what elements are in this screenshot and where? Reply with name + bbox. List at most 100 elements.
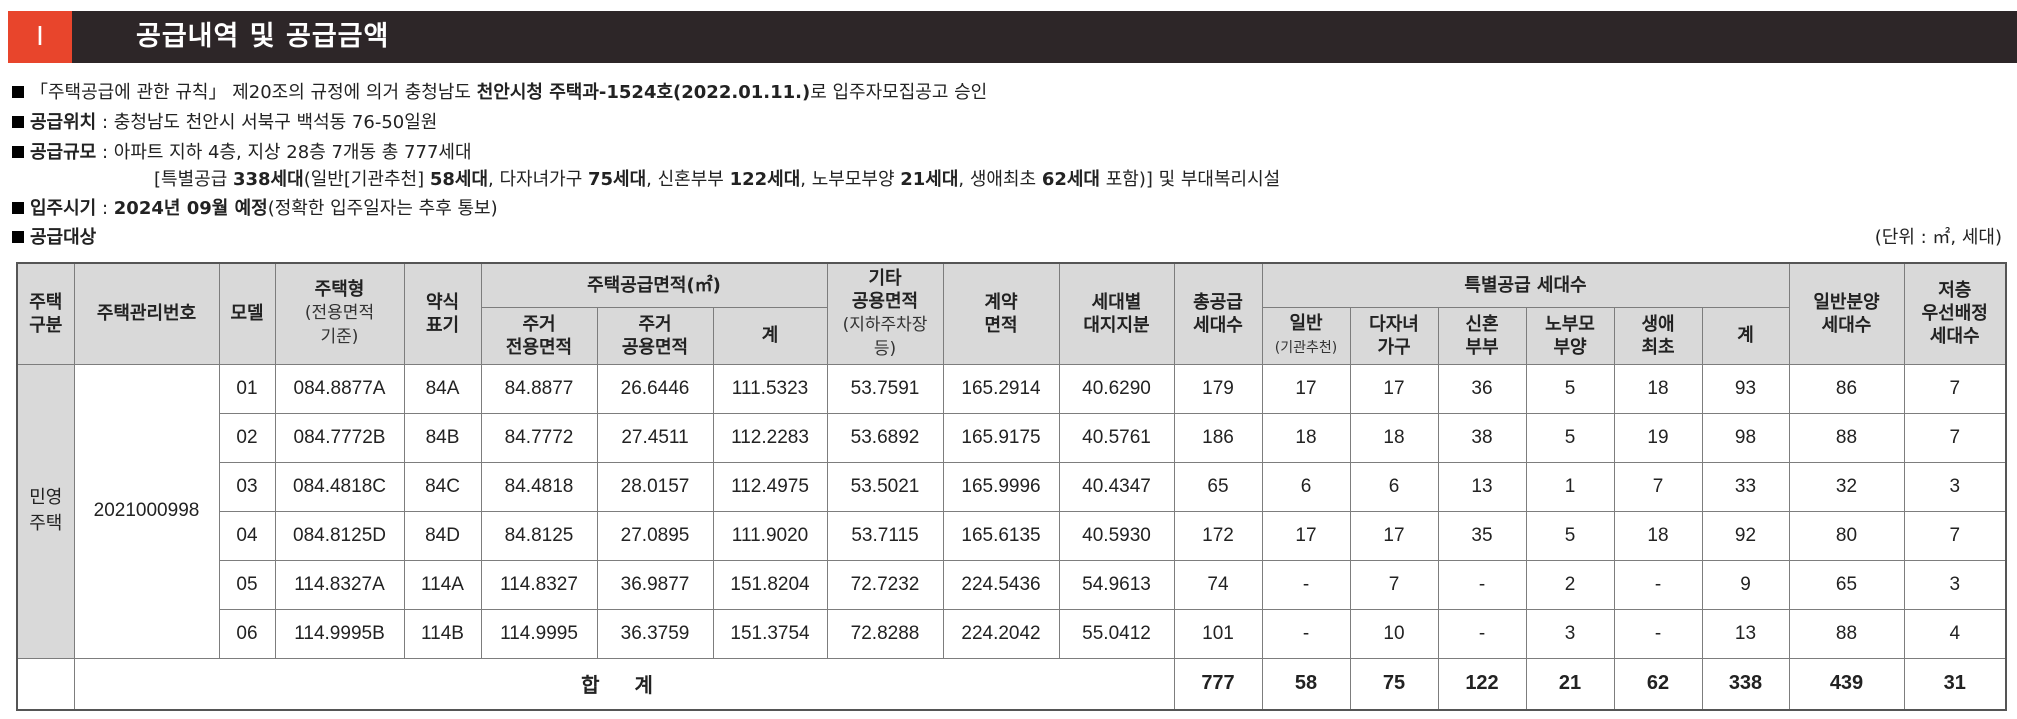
square-bullet-icon bbox=[12, 146, 24, 158]
table-cell: 151.8204 bbox=[712, 559, 828, 610]
table-cell: 93 bbox=[1701, 363, 1790, 414]
table-cell: 54.9613 bbox=[1058, 559, 1175, 610]
table-row: 03 084.4818C 84C 84.4818 28.0157 112.4975 53.5… bbox=[17, 461, 2007, 512]
table-cell: 13 bbox=[1437, 461, 1527, 512]
header-supply-area: 주택공급면적(㎡) bbox=[480, 262, 828, 308]
table-cell: - bbox=[1261, 608, 1351, 659]
target-line: 공급대상 bbox=[12, 226, 96, 250]
table-cell: 084.4818C bbox=[274, 461, 405, 512]
group-label: 민영 주택 bbox=[16, 363, 75, 659]
table-cell: 224.5436 bbox=[942, 559, 1060, 610]
header-area-sum: 계 bbox=[712, 306, 828, 365]
table-cell: 3 bbox=[1525, 608, 1615, 659]
header-sp-general: 일반 (기관추천) bbox=[1261, 306, 1351, 365]
table-cell: 084.7772B bbox=[274, 412, 405, 463]
table-cell: 114.8327 bbox=[480, 559, 598, 610]
table-cell: 114.8327A bbox=[274, 559, 405, 610]
table-cell: 04 bbox=[218, 510, 276, 561]
table-cell: 33 bbox=[1701, 461, 1790, 512]
total-cell: 122 bbox=[1437, 657, 1527, 710]
header-sp-first: 생애 최초 bbox=[1613, 306, 1703, 365]
total-cell: 75 bbox=[1349, 657, 1439, 710]
table-cell: 1 bbox=[1525, 461, 1615, 512]
header-sp-sum: 계 bbox=[1701, 306, 1790, 365]
table-cell: 111.5323 bbox=[712, 363, 828, 414]
unit-note: (단위 : ㎡, 세대) bbox=[1874, 227, 2002, 248]
table-cell: 40.4347 bbox=[1058, 461, 1175, 512]
table-cell: 5 bbox=[1525, 412, 1615, 463]
table-cell: 38 bbox=[1437, 412, 1527, 463]
table-cell: 18 bbox=[1261, 412, 1351, 463]
table-cell: 151.3754 bbox=[712, 608, 828, 659]
table-cell: 18 bbox=[1613, 363, 1703, 414]
table-cell: 114.9995 bbox=[480, 608, 598, 659]
table-cell: 40.5761 bbox=[1058, 412, 1175, 463]
table-cell: 88 bbox=[1788, 608, 1905, 659]
table-cell: 06 bbox=[218, 608, 276, 659]
total-row: 합 계 777 58 75 122 21 62 338 439 31 bbox=[16, 657, 2007, 710]
table-cell: 84B bbox=[403, 412, 482, 463]
table-cell: 03 bbox=[218, 461, 276, 512]
table-cell: 114A bbox=[403, 559, 482, 610]
header-model: 모델 bbox=[218, 262, 276, 365]
header-res-excl: 주거 전용면적 bbox=[480, 306, 598, 365]
table-cell: 165.9996 bbox=[942, 461, 1060, 512]
table-cell: 7 bbox=[1903, 510, 2007, 561]
table-cell: 084.8125D bbox=[274, 510, 405, 561]
total-cell: 62 bbox=[1613, 657, 1703, 710]
table-cell: 72.7232 bbox=[826, 559, 944, 610]
table-cell: 32 bbox=[1788, 461, 1905, 512]
table-cell: - bbox=[1613, 608, 1703, 659]
table-cell: 53.6892 bbox=[826, 412, 944, 463]
table-cell: 86 bbox=[1788, 363, 1905, 414]
header-house-type: 주택형 (전용면적 기준) bbox=[274, 262, 405, 365]
table-cell: 27.4511 bbox=[596, 412, 714, 463]
header-other-common: 기타 공용면적 (지하주차장 등) bbox=[826, 262, 944, 365]
table-cell: 40.6290 bbox=[1058, 363, 1175, 414]
table-cell: 179 bbox=[1173, 363, 1263, 414]
table-cell: 36.3759 bbox=[596, 608, 714, 659]
section-title: 공급내역 및 공급금액 bbox=[136, 21, 390, 52]
table-cell: 5 bbox=[1525, 510, 1615, 561]
total-cell: 21 bbox=[1525, 657, 1615, 710]
table-cell: 172 bbox=[1173, 510, 1263, 561]
table-row: 04 084.8125D 84D 84.8125 27.0895 111.9020 53.7… bbox=[17, 510, 2007, 561]
table-cell: 53.5021 bbox=[826, 461, 944, 512]
table-cell: 17 bbox=[1349, 363, 1439, 414]
table-cell: 92 bbox=[1701, 510, 1790, 561]
table-cell: 84A bbox=[403, 363, 482, 414]
header-general-supply: 일반분양 세대수 bbox=[1788, 262, 1905, 365]
table-cell: 165.9175 bbox=[942, 412, 1060, 463]
table-cell: 84.8877 bbox=[480, 363, 598, 414]
table-cell: 40.5930 bbox=[1058, 510, 1175, 561]
table-cell: 74 bbox=[1173, 559, 1263, 610]
header-mgmt-no: 주택관리번호 bbox=[73, 262, 220, 365]
header-short: 약식 표기 bbox=[403, 262, 482, 365]
section-number: I bbox=[8, 11, 72, 63]
table-cell: 84C bbox=[403, 461, 482, 512]
table-cell: 186 bbox=[1173, 412, 1263, 463]
table-cell: 7 bbox=[1349, 559, 1439, 610]
header-special-supply: 특별공급 세대수 bbox=[1261, 262, 1790, 308]
section-header: I 공급내역 및 공급금액 bbox=[8, 11, 2017, 63]
total-cell: 439 bbox=[1788, 657, 1905, 710]
table-cell: 224.2042 bbox=[942, 608, 1060, 659]
approval-line: 「주택공급에 관한 규칙」 제20조의 규정에 의거 충청남도 천안시청 주택과… bbox=[12, 81, 987, 105]
header-land-share: 세대별 대지지분 bbox=[1058, 262, 1175, 365]
table-cell: 36.9877 bbox=[596, 559, 714, 610]
table-cell: - bbox=[1437, 608, 1527, 659]
table-cell: 28.0157 bbox=[596, 461, 714, 512]
table-cell: - bbox=[1261, 559, 1351, 610]
table-cell: 53.7115 bbox=[826, 510, 944, 561]
table-cell: - bbox=[1613, 559, 1703, 610]
table-cell: 98 bbox=[1701, 412, 1790, 463]
table-cell: 84.4818 bbox=[480, 461, 598, 512]
table-cell: 7 bbox=[1613, 461, 1703, 512]
table-cell: 4 bbox=[1903, 608, 2007, 659]
total-cell: 777 bbox=[1173, 657, 1263, 710]
header-total-supply: 총공급 세대수 bbox=[1173, 262, 1263, 365]
table-cell: 7 bbox=[1903, 363, 2007, 414]
table-cell: 88 bbox=[1788, 412, 1905, 463]
header-contract-area: 계약 면적 bbox=[942, 262, 1060, 365]
table-row: 05 114.8327A 114A 114.8327 36.9877 151.8204 72… bbox=[17, 559, 2007, 610]
